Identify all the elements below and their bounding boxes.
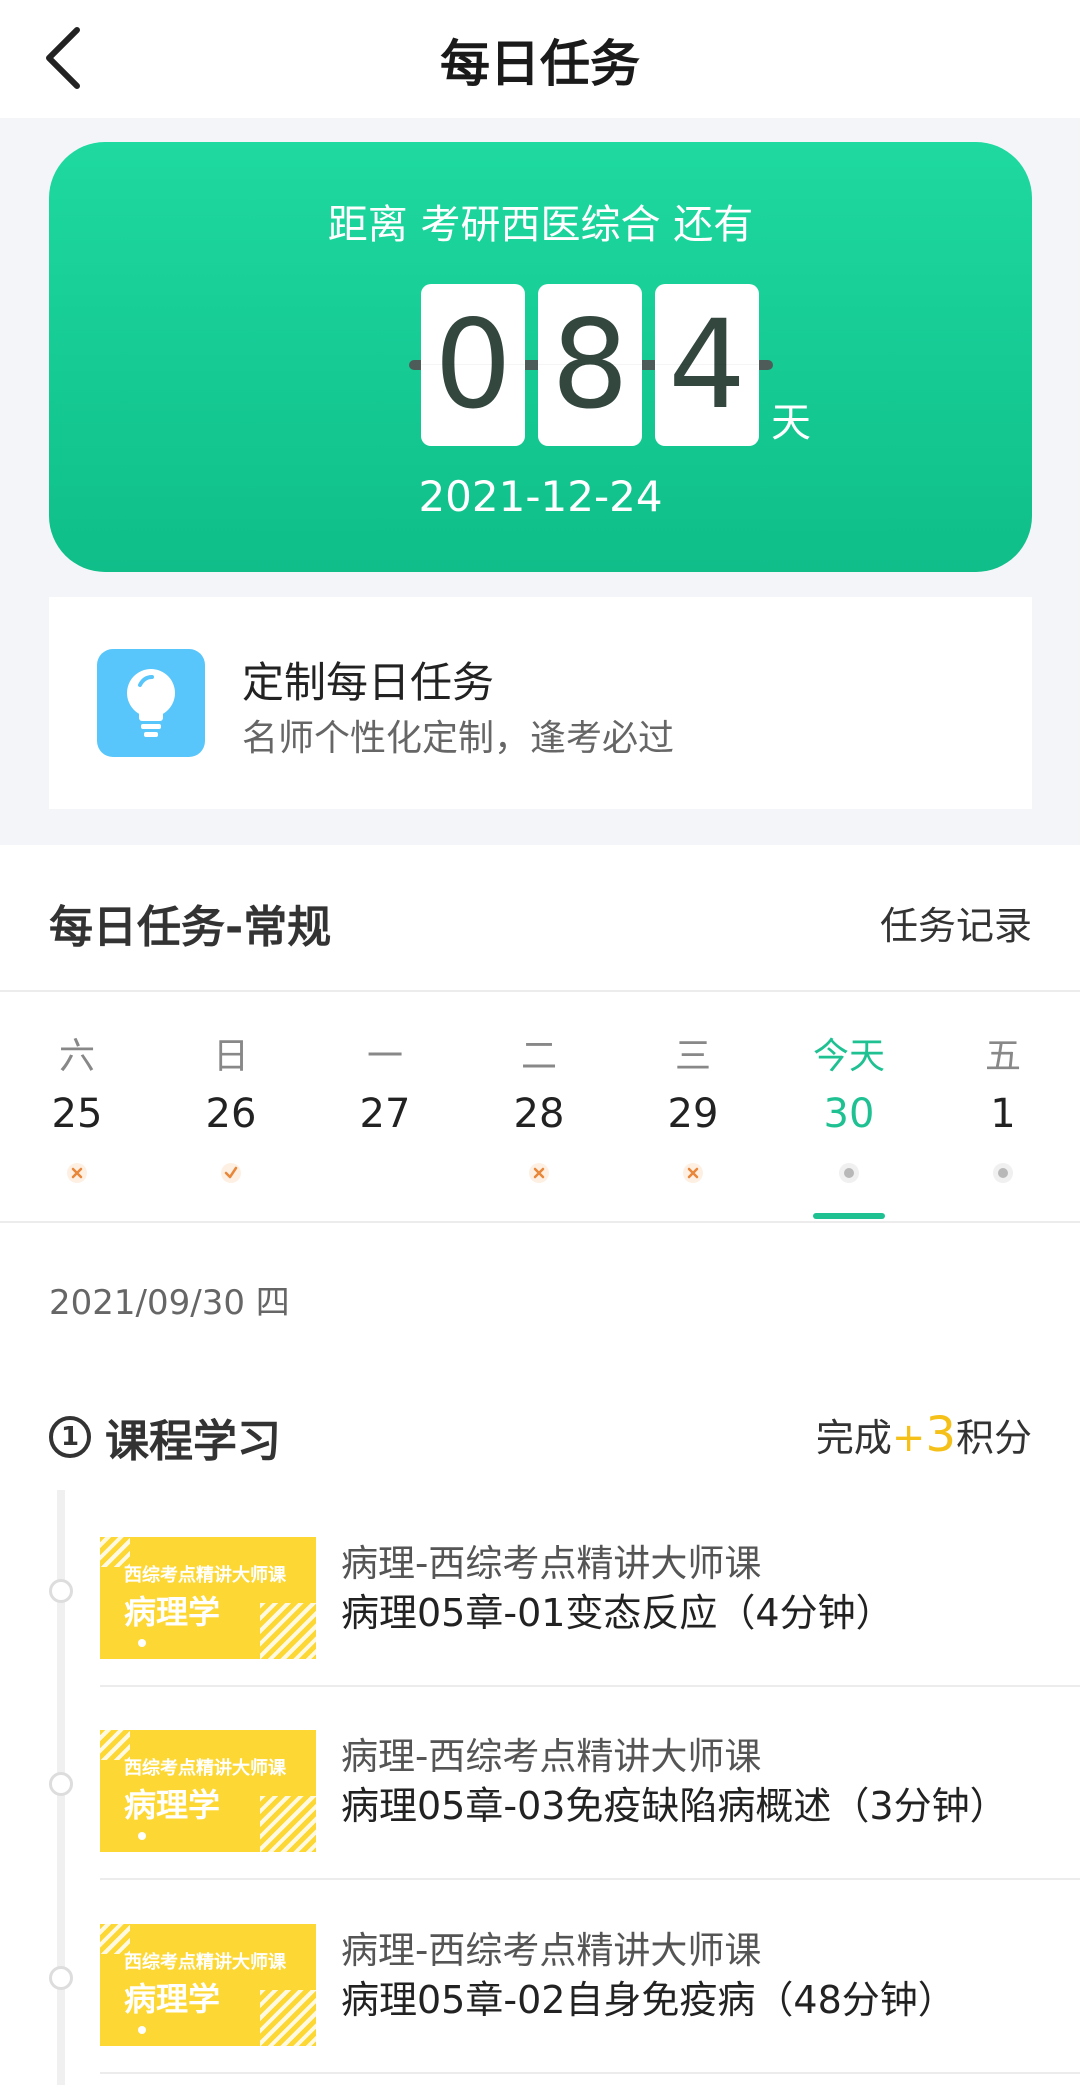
missed-icon — [67, 1163, 87, 1183]
check-icon — [221, 1163, 241, 1183]
thumbnail-subtitle: 西综考点精讲大师课 — [124, 1758, 286, 1779]
course-section-title: 课程学习 — [105, 1416, 281, 1467]
daily-task-panel: 每日任务-常规 任务记录 六 25 日 26 一 27 二 28 三 29 今天 — [0, 845, 1080, 2085]
divider — [100, 1685, 1080, 1687]
countdown-digit: 4 — [655, 284, 759, 446]
lesson-course-name: 病理-西综考点精讲大师课 — [341, 1542, 762, 1585]
lesson-thumbnail: 西综考点精讲大师课 病理学 — [100, 1924, 316, 2046]
divider — [100, 2072, 1080, 2074]
thumbnail-title: 病理学 — [124, 1593, 221, 1631]
weekday-label: 一 — [366, 1036, 403, 1077]
day-number: 1 — [990, 1091, 1016, 1137]
exam-countdown-card: 距离 考研西医综合 还有 0 8 4 天 2021-12-24 — [49, 142, 1032, 572]
thumbnail-title: 病理学 — [124, 1786, 221, 1824]
task-record-link[interactable]: 任务记录 — [880, 895, 1032, 950]
lesson-item[interactable]: 西综考点精讲大师课 病理学 病理-西综考点精讲大师课 病理05章-02自身免疫病… — [0, 1882, 1080, 2074]
thumbnail-subtitle: 西综考点精讲大师课 — [124, 1952, 286, 1973]
day-number: 25 — [51, 1091, 103, 1137]
calendar-day[interactable]: 六 25 — [0, 995, 154, 1219]
lesson-course-name: 病理-西综考点精讲大师课 — [341, 1735, 762, 1778]
weekday-label: 日 — [212, 1036, 249, 1077]
lesson-thumbnail: 西综考点精讲大师课 病理学 — [100, 1537, 316, 1659]
custom-task-card[interactable]: 定制每日任务 名师个性化定制，逢考必过 — [49, 597, 1032, 809]
section-title: 每日任务-常规 — [49, 902, 332, 953]
lightbulb-icon — [97, 649, 205, 757]
calendar-day[interactable]: 二 28 — [462, 995, 616, 1219]
points-plus: + — [891, 1415, 926, 1461]
countdown-unit: 天 — [771, 400, 811, 446]
countdown-digit: 8 — [538, 284, 642, 446]
points-value: 3 — [925, 1407, 956, 1463]
timeline-node — [49, 1966, 73, 1990]
nav-bar: 每日任务 — [0, 0, 1080, 118]
calendar-day-today[interactable]: 今天 30 — [772, 995, 926, 1219]
day-number: 26 — [205, 1091, 257, 1137]
exam-date: 2021-12-24 — [418, 472, 663, 521]
countdown-label: 距离 考研西医综合 还有 — [327, 202, 754, 248]
countdown-digits: 0 8 4 — [371, 284, 773, 446]
lesson-item[interactable]: 西综考点精讲大师课 病理学 病理-西综考点精讲大师课 病理05章-03免疫缺陷病… — [0, 1688, 1080, 1880]
divider — [100, 1878, 1080, 1880]
timeline-node — [49, 1579, 73, 1603]
calendar-day[interactable]: 日 26 — [154, 995, 308, 1219]
day-number: 30 — [823, 1091, 875, 1137]
day-number: 28 — [513, 1091, 565, 1137]
divider — [0, 990, 1080, 992]
lesson-title: 病理05章-03免疫缺陷病概述（3分钟） — [341, 1784, 1008, 1828]
selected-date: 2021/09/30 四 — [49, 1283, 290, 1323]
timeline-node — [49, 1772, 73, 1796]
weekday-label: 二 — [520, 1036, 557, 1077]
weekday-label: 五 — [984, 1036, 1021, 1077]
lesson-title: 病理05章-01变态反应（4分钟） — [341, 1591, 894, 1635]
step-number-badge: 1 — [49, 1416, 91, 1458]
day-number: 29 — [667, 1091, 719, 1137]
pending-dot-icon — [993, 1163, 1013, 1183]
points-suffix: 积分 — [955, 1416, 1032, 1460]
divider — [0, 1221, 1080, 1223]
weekday-label: 三 — [674, 1036, 711, 1077]
weekday-label: 六 — [58, 1036, 95, 1077]
missed-icon — [683, 1163, 703, 1183]
custom-task-subtitle: 名师个性化定制，逢考必过 — [242, 718, 675, 759]
calendar-day[interactable]: 三 29 — [616, 995, 770, 1219]
thumbnail-subtitle: 西综考点精讲大师课 — [124, 1565, 286, 1586]
lesson-item[interactable]: 西综考点精讲大师课 病理学 病理-西综考点精讲大师课 病理05章-01变态反应（… — [0, 1495, 1080, 1687]
today-indicator — [813, 1213, 885, 1219]
page-title: 每日任务 — [440, 35, 640, 93]
lesson-thumbnail: 西综考点精讲大师课 病理学 — [100, 1730, 316, 1852]
points-reward: 完成+3积分 — [816, 1407, 1032, 1463]
course-section-header: 1 课程学习 — [49, 1405, 281, 1469]
weekday-label: 今天 — [812, 1036, 885, 1077]
thumbnail-title: 病理学 — [124, 1980, 221, 2018]
pending-dot-icon — [839, 1163, 859, 1183]
week-calendar: 六 25 日 26 一 27 二 28 三 29 今天 30 五 1 — [0, 995, 1080, 1219]
missed-icon — [529, 1163, 549, 1183]
custom-task-title: 定制每日任务 — [242, 658, 495, 707]
points-prefix: 完成 — [815, 1416, 892, 1460]
lesson-course-name: 病理-西综考点精讲大师课 — [341, 1929, 762, 1972]
countdown-digit: 0 — [421, 284, 525, 446]
calendar-day[interactable]: 一 27 — [308, 995, 462, 1219]
calendar-day[interactable]: 五 1 — [926, 995, 1080, 1219]
lesson-title: 病理05章-02自身免疫病（48分钟） — [341, 1978, 956, 2022]
day-number: 27 — [359, 1091, 411, 1137]
